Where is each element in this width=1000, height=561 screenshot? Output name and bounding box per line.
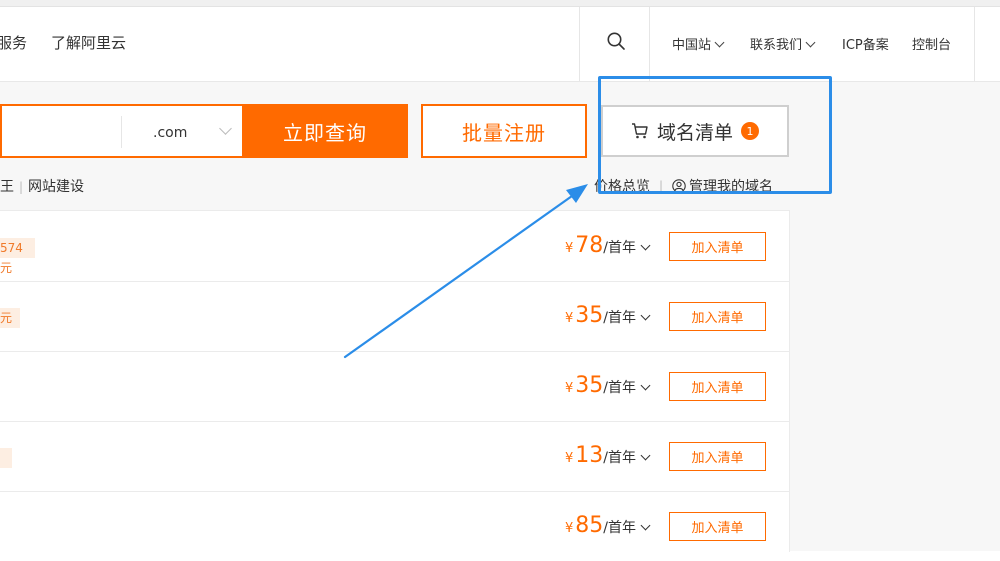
price-unit: /首年 (603, 380, 636, 396)
price: ¥78/首年 (565, 233, 651, 258)
menu-icp-filing[interactable]: ICP备案 (842, 34, 889, 53)
discount-tag: 574元 (0, 238, 35, 275)
list-item: 元 ¥35/首年 加入清单 (0, 281, 789, 352)
nav-divider (649, 7, 650, 81)
nav-link-about-aliyun[interactable]: 了解阿里云 (51, 32, 126, 53)
add-to-list-button[interactable]: 加入清单 (669, 512, 766, 541)
discount-tag: 元 (0, 308, 20, 328)
discount-tag (0, 448, 12, 468)
top-navigation-bar: 服务 了解阿里云 中国站 联系我们 ICP备案 控制台 (0, 7, 1000, 82)
suffix-divider (121, 116, 122, 148)
chevron-down-icon[interactable] (640, 380, 651, 391)
add-to-list-button[interactable]: 加入清单 (669, 232, 766, 261)
sub-links: 王 | 网站建设 (0, 176, 84, 196)
currency-symbol: ¥ (565, 381, 574, 396)
sub-link[interactable]: 王 (0, 179, 14, 195)
chevron-down-icon[interactable] (640, 520, 651, 531)
price-value: 35 (575, 303, 604, 328)
price: ¥35/首年 (565, 373, 651, 398)
chevron-down-icon[interactable] (640, 310, 651, 321)
chevron-down-icon[interactable] (219, 122, 232, 135)
domain-suffix-select[interactable]: .com (153, 125, 187, 141)
top-border (0, 0, 1000, 7)
chevron-down-icon[interactable] (640, 240, 651, 251)
list-item: 574元 ¥78/首年 加入清单 (0, 211, 789, 282)
menu-contact-us[interactable]: 联系我们 (750, 34, 816, 53)
price-value: 85 (575, 513, 604, 538)
currency-symbol: ¥ (565, 241, 574, 256)
currency-symbol: ¥ (565, 521, 574, 536)
menu-china-site[interactable]: 中国站 (672, 34, 725, 53)
chevron-down-icon (714, 37, 725, 48)
menu-label: 中国站 (672, 38, 712, 53)
price-unit: /首年 (603, 450, 636, 466)
add-to-list-button[interactable]: 加入清单 (669, 302, 766, 331)
nav-link-services[interactable]: 服务 (0, 32, 27, 53)
add-to-list-button[interactable]: 加入清单 (669, 372, 766, 401)
batch-register-button[interactable]: 批量注册 (421, 104, 587, 158)
link-separator: | (19, 180, 24, 194)
price-unit: /首年 (603, 520, 636, 536)
price: ¥85/首年 (565, 513, 651, 538)
price-value: 13 (575, 443, 604, 468)
price-unit: /首年 (603, 240, 636, 256)
sub-link-website-building[interactable]: 网站建设 (28, 179, 84, 195)
menu-label: 联系我们 (750, 38, 803, 53)
nav-divider (974, 7, 975, 81)
annotation-highlight-box (598, 76, 832, 194)
currency-symbol: ¥ (565, 451, 574, 466)
list-item: ¥35/首年 加入清单 (0, 351, 789, 422)
chevron-down-icon[interactable] (640, 450, 651, 461)
price: ¥35/首年 (565, 303, 651, 328)
price-value: 78 (575, 233, 604, 258)
query-button[interactable]: 立即查询 (242, 104, 408, 158)
currency-symbol: ¥ (565, 311, 574, 326)
price: ¥13/首年 (565, 443, 651, 468)
nav-divider (579, 7, 580, 81)
chevron-down-icon (805, 37, 816, 48)
price-value: 35 (575, 373, 604, 398)
domain-result-list: 574元 ¥78/首年 加入清单 元 ¥35/首年 加入清单 ¥35/首年 加入… (0, 210, 790, 552)
menu-console[interactable]: 控制台 (912, 34, 951, 53)
list-item: ¥13/首年 加入清单 (0, 421, 789, 492)
search-icon[interactable] (606, 31, 626, 51)
add-to-list-button[interactable]: 加入清单 (669, 442, 766, 471)
domain-search-input[interactable]: .com (0, 104, 242, 158)
price-unit: /首年 (603, 310, 636, 326)
